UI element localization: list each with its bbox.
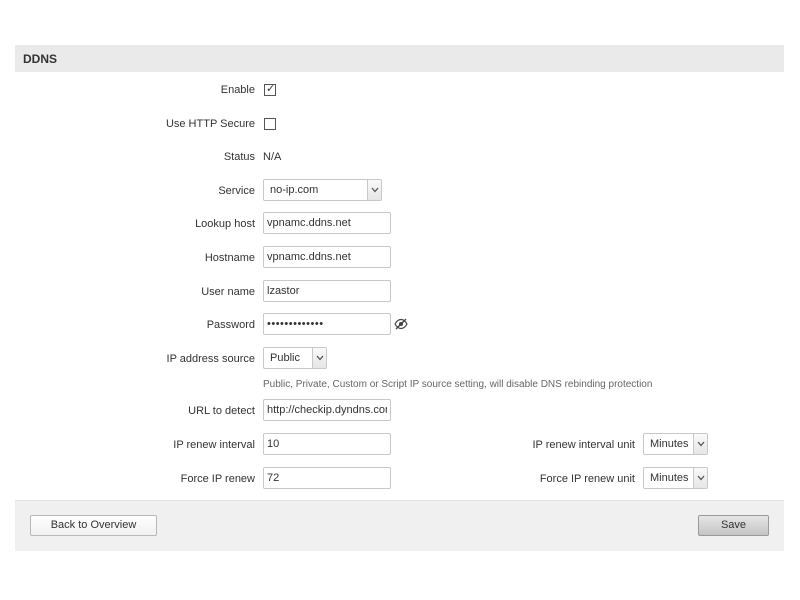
row-ip-source: IP address source Public bbox=[15, 347, 784, 371]
form-footer: Back to Overview Save bbox=[15, 500, 784, 551]
row-ip-renew-interval: IP renew interval IP renew interval unit… bbox=[15, 433, 784, 457]
force-ip-renew-label: Force IP renew bbox=[180, 473, 255, 485]
ip-renew-interval-label: IP renew interval bbox=[173, 439, 255, 451]
eye-slash-icon[interactable] bbox=[394, 318, 408, 330]
chevron-down-icon[interactable] bbox=[367, 180, 381, 200]
row-password: Password bbox=[15, 313, 784, 337]
row-ip-source-hint: Public, Private, Custom or Script IP sou… bbox=[15, 374, 784, 398]
ip-source-hint: Public, Private, Custom or Script IP sou… bbox=[263, 379, 653, 390]
url-detect-input[interactable] bbox=[263, 399, 391, 421]
service-selected-value: no-ip.com bbox=[270, 184, 319, 196]
status-value: N/A bbox=[263, 151, 282, 163]
ip-renew-interval-unit-select[interactable]: Minutes bbox=[643, 433, 708, 455]
username-label: User name bbox=[201, 286, 255, 298]
status-label: Status bbox=[223, 151, 255, 163]
row-enable: Enable ✓ bbox=[15, 78, 784, 102]
ip-source-select[interactable]: Public bbox=[263, 347, 327, 369]
use-https-label: Use HTTP Secure bbox=[165, 118, 255, 130]
service-select[interactable]: no-ip.com bbox=[263, 179, 382, 201]
row-url-detect: URL to detect bbox=[15, 399, 784, 423]
row-lookup-host: Lookup host bbox=[15, 212, 784, 236]
username-input[interactable] bbox=[263, 280, 391, 302]
hostname-label: Hostname bbox=[204, 252, 255, 264]
password-label: Password bbox=[206, 319, 255, 331]
row-service: Service no-ip.com bbox=[15, 179, 784, 203]
row-status: Status N/A bbox=[15, 145, 784, 169]
force-ip-renew-unit-label: Force IP renew unit bbox=[539, 473, 635, 485]
panel-header: DDNS bbox=[15, 45, 784, 72]
hostname-input[interactable] bbox=[263, 246, 391, 268]
lookup-host-label: Lookup host bbox=[195, 218, 255, 230]
force-ip-renew-unit-value: Minutes bbox=[650, 472, 689, 484]
row-username: User name bbox=[15, 280, 784, 304]
chevron-down-icon[interactable] bbox=[312, 348, 326, 368]
chevron-down-icon[interactable] bbox=[693, 434, 707, 454]
ddns-panel: DDNS Enable ✓ Use HTTP Secure Status N/A… bbox=[15, 45, 784, 551]
password-input[interactable] bbox=[263, 313, 391, 335]
row-force-ip-renew: Force IP renew Force IP renew unit Minut… bbox=[15, 467, 784, 491]
chevron-down-icon[interactable] bbox=[693, 468, 707, 488]
force-ip-renew-input[interactable] bbox=[263, 467, 391, 489]
force-ip-renew-unit-select[interactable]: Minutes bbox=[643, 467, 708, 489]
checkmark-icon: ✓ bbox=[266, 83, 276, 95]
service-label: Service bbox=[218, 185, 255, 197]
save-button[interactable]: Save bbox=[698, 515, 769, 536]
back-to-overview-button[interactable]: Back to Overview bbox=[30, 515, 157, 536]
row-hostname: Hostname bbox=[15, 246, 784, 270]
ip-source-selected-value: Public bbox=[270, 352, 300, 364]
ip-renew-interval-input[interactable] bbox=[263, 433, 391, 455]
ip-renew-interval-unit-label: IP renew interval unit bbox=[532, 439, 635, 451]
url-detect-label: URL to detect bbox=[188, 405, 255, 417]
panel-title: DDNS bbox=[23, 52, 58, 66]
row-use-https: Use HTTP Secure bbox=[15, 112, 784, 136]
use-https-checkbox[interactable] bbox=[264, 118, 276, 130]
ip-renew-interval-unit-value: Minutes bbox=[650, 438, 689, 450]
enable-checkbox[interactable]: ✓ bbox=[264, 83, 276, 96]
ip-source-label: IP address source bbox=[166, 353, 255, 365]
lookup-host-input[interactable] bbox=[263, 212, 391, 234]
enable-label: Enable bbox=[220, 84, 255, 96]
